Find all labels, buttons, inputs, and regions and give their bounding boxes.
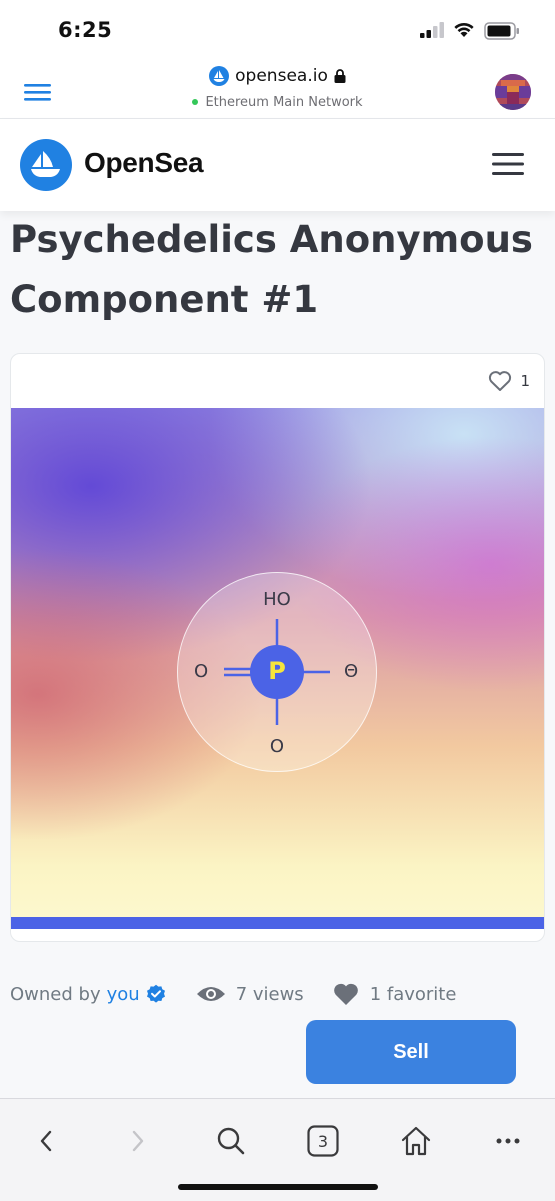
browser-address-bar[interactable]: opensea.io Ethereum Main Network (0, 60, 555, 119)
views-count: 7 views (235, 983, 304, 1005)
main-menu-icon[interactable] (492, 152, 524, 176)
heart-outline-icon (489, 371, 512, 391)
heart-filled-icon (333, 983, 358, 1005)
art-label-bottom: O (269, 736, 285, 757)
brand-name[interactable]: OpenSea (84, 147, 204, 179)
favorites-count-text: 1 favorite (369, 983, 457, 1005)
home-indicator (178, 1184, 378, 1190)
views-stat: 7 views (196, 984, 304, 1005)
favorite-toggle[interactable]: 1 (488, 370, 530, 392)
forward-button[interactable] (118, 1121, 158, 1161)
asset-image[interactable]: HO O Θ O P (11, 408, 544, 929)
home-button[interactable] (396, 1121, 436, 1161)
site-header: OpenSea (0, 119, 555, 211)
owned-by-label: Owned by (10, 983, 101, 1005)
wifi-icon (454, 22, 474, 37)
art-bottom-strip (11, 917, 544, 929)
verified-badge-icon (146, 984, 165, 1003)
sell-button[interactable]: Sell (306, 1020, 516, 1084)
owner-link[interactable]: you (107, 984, 140, 1005)
asset-card: 1 HO O Θ O P (10, 353, 545, 942)
home-icon (401, 1126, 431, 1156)
battery-icon (484, 22, 519, 40)
favorites-stat: 1 favorite (332, 982, 457, 1006)
tabs-button[interactable]: 3 (303, 1121, 343, 1161)
art-compass-circle: HO O Θ O P (177, 572, 377, 772)
back-button[interactable] (26, 1121, 66, 1161)
url-display[interactable]: opensea.io Ethereum Main Network (0, 66, 555, 110)
favorite-count: 1 (520, 372, 530, 390)
search-icon (217, 1127, 245, 1155)
more-button[interactable] (488, 1121, 528, 1161)
lock-icon (334, 69, 346, 83)
status-bar: 6:25 (0, 0, 555, 60)
cellular-signal-icon (420, 22, 444, 38)
opensea-logo[interactable] (20, 139, 72, 191)
chevron-left-icon (40, 1130, 52, 1152)
art-label-center: P (268, 657, 286, 685)
more-dots-icon (496, 1138, 520, 1144)
wallet-avatar[interactable] (495, 74, 531, 110)
asset-title: Psychedelics Anonymous Component #1 (10, 218, 533, 321)
art-label-top: HO (263, 589, 291, 610)
asset-stats-row: Owned by you 7 views 1 favorite (10, 980, 550, 1008)
site-favicon-icon (209, 66, 230, 86)
tab-count: 3 (317, 1131, 329, 1151)
network-name: Ethereum Main Network (205, 94, 363, 110)
eye-icon (196, 987, 225, 1001)
status-time: 6:25 (58, 18, 113, 42)
network-status-dot (192, 99, 199, 105)
url-domain: opensea.io (235, 66, 328, 86)
search-button[interactable] (211, 1121, 251, 1161)
chevron-right-icon (132, 1130, 144, 1152)
opensea-ship-icon (31, 151, 60, 177)
